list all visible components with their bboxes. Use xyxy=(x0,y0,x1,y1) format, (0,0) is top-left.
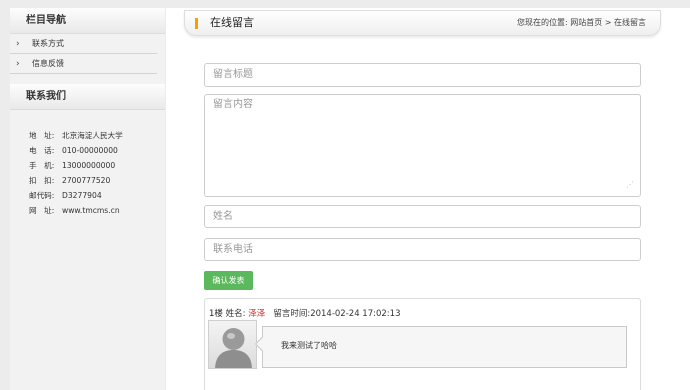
submit-button[interactable]: 确认发表 xyxy=(204,271,253,290)
contact-row-address: 地 址: 北京海淀人民大学 xyxy=(29,128,165,143)
name-label: 姓名: xyxy=(225,309,246,319)
sidebar-item-feedback[interactable]: › 信息反馈 xyxy=(10,54,157,74)
message-title-input[interactable]: 留言标题 xyxy=(204,63,641,87)
phone-placeholder: 联系电话 xyxy=(213,244,253,255)
contact-row-mobile: 手 机: 13000000000 xyxy=(29,158,165,173)
contact-list: 地 址: 北京海淀人民大学 电 话: 010-00000000 手 机: 130… xyxy=(10,110,165,218)
sidebar-item-label: 联系方式 xyxy=(32,39,64,48)
message-content-textarea[interactable]: 留言内容 ⋰ xyxy=(204,94,641,197)
message-content-placeholder: 留言内容 xyxy=(213,99,253,110)
chevron-right-icon: › xyxy=(16,39,20,49)
message-bubble: 我来测试了哈哈 xyxy=(254,326,627,368)
resize-grip-icon[interactable]: ⋰ xyxy=(626,178,634,192)
contact-label: 地 址: xyxy=(29,131,55,140)
bubble-tail xyxy=(254,336,270,352)
contact-value: 13000000000 xyxy=(62,161,116,170)
page-title-bar: 在线留言 您现在的位置: 网站首页 > 在线留言 xyxy=(184,10,661,36)
contact-label: 扣 扣: xyxy=(29,176,55,185)
contact-label: 手 机: xyxy=(29,161,55,170)
page-title: 在线留言 xyxy=(210,16,254,29)
contact-label: 网 址: xyxy=(29,206,55,215)
title-accent-mark xyxy=(195,18,198,29)
sidebar-item-label: 信息反馈 xyxy=(32,59,64,68)
chevron-right-icon: › xyxy=(16,59,20,69)
contact-value: 北京海淀人民大学 xyxy=(62,131,123,140)
contact-value: www.tmcms.cn xyxy=(62,206,120,215)
name-input[interactable]: 姓名 xyxy=(204,205,641,228)
name-placeholder: 姓名 xyxy=(213,211,233,222)
contact-label: 邮代码: xyxy=(29,191,55,200)
contact-row-phone: 电 话: 010-00000000 xyxy=(29,143,165,158)
message-time: 2014-02-24 17:02:13 xyxy=(310,309,401,319)
message-header: 1楼 姓名: 泽泽 留言时间:2014-02-24 17:02:13 xyxy=(209,307,400,319)
contact-value: 2700777520 xyxy=(62,176,111,185)
contact-row-website: 网 址: www.tmcms.cn xyxy=(29,203,165,218)
contact-row-postcode: 邮代码: D3277904 xyxy=(29,188,165,203)
main-panel: 在线留言 您现在的位置: 网站首页 > 在线留言 留言标题 留言内容 ⋰ 姓名 … xyxy=(166,8,690,390)
sidebar-nav-title: 栏目导航 xyxy=(10,8,165,34)
message-title-placeholder: 留言标题 xyxy=(213,69,253,80)
author-name: 泽泽 xyxy=(248,309,266,319)
sidebar-item-contact[interactable]: › 联系方式 xyxy=(10,34,157,54)
contact-value: D3277904 xyxy=(62,191,102,200)
phone-input[interactable]: 联系电话 xyxy=(204,238,641,261)
message-entry: 1楼 姓名: 泽泽 留言时间:2014-02-24 17:02:13 我来测试了… xyxy=(204,298,641,390)
floor-number: 1楼 xyxy=(209,309,223,319)
user-avatar-icon xyxy=(215,328,252,368)
contact-value: 010-00000000 xyxy=(62,146,118,155)
contact-row-qq: 扣 扣: 2700777520 xyxy=(29,173,165,188)
contact-us-title: 联系我们 xyxy=(10,84,165,110)
sidebar: 栏目导航 › 联系方式 › 信息反馈 联系我们 地 址: 北京海淀人民大学 电 … xyxy=(10,8,165,390)
contact-label: 电 话: xyxy=(29,146,55,155)
breadcrumb: 您现在的位置: 网站首页 > 在线留言 xyxy=(516,18,646,27)
avatar xyxy=(208,320,257,369)
message-content: 我来测试了哈哈 xyxy=(281,341,337,350)
time-label: 留言时间: xyxy=(273,309,311,319)
